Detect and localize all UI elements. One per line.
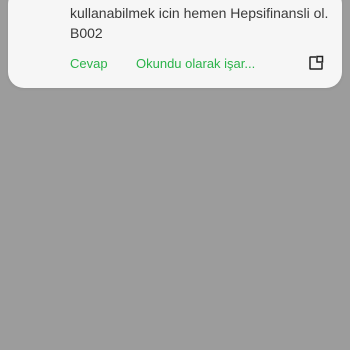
open-in-window-icon[interactable] (308, 55, 324, 71)
mark-as-read-button[interactable]: Okundu olarak işar... (136, 56, 255, 71)
notification-card[interactable]: kullanabilmek icin hemen Hepsifinansli o… (8, 0, 342, 88)
open-in-window-icon-graphic (309, 55, 324, 70)
notification-body: kullanabilmek icin hemen Hepsifinansli o… (70, 3, 330, 43)
notification-body-line-1: kullanabilmek icin hemen Hepsifinansli o… (70, 5, 329, 21)
notification-body-line-2: B002 (70, 25, 103, 41)
reply-button[interactable]: Cevap (70, 56, 108, 71)
